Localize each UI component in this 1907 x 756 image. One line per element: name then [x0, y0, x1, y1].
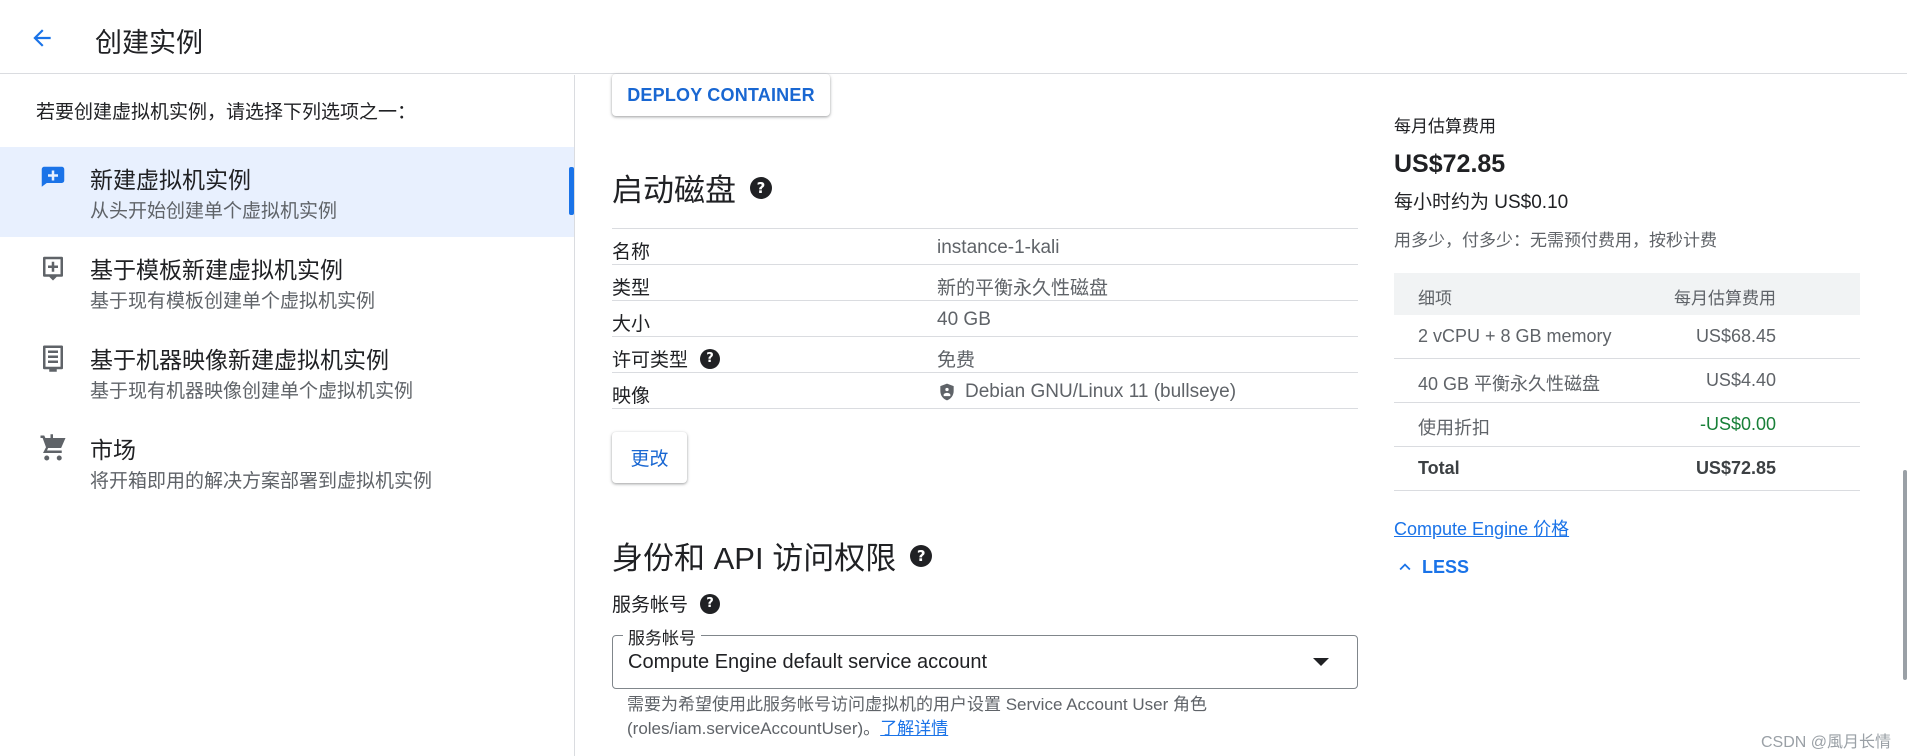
change-boot-disk-button[interactable]: 更改	[612, 432, 687, 483]
back-button[interactable]	[22, 18, 62, 58]
table-row: 大小 40 GB	[612, 301, 1358, 337]
header-cost: 每月估算费用	[1674, 289, 1776, 308]
option-subtitle: 基于现有机器映像创建单个虚拟机实例	[90, 381, 414, 402]
table-row: 许可类型 ? 免费	[612, 337, 1358, 373]
template-icon	[43, 256, 63, 281]
cost-value: -US$0.00	[1699, 414, 1776, 434]
table-row: 映像 Debian GNU/Linux 11 (bullseye)	[612, 373, 1358, 409]
learn-more-link[interactable]: 了解详情	[880, 719, 948, 738]
billing-note: 用多少，付多少：无需预付费用，按秒计费	[1394, 231, 1717, 250]
cost-breakdown-table: 细项 每月估算费用 2 vCPU + 8 GB memory US$68.45 …	[1394, 273, 1860, 491]
hourly-price: 每小时约为 US$0.10	[1394, 192, 1569, 213]
machine-image-icon	[43, 345, 63, 372]
table-row: 使用折扣 -US$0.00	[1394, 403, 1860, 447]
cost-item: 2 vCPU + 8 GB memory	[1418, 326, 1612, 346]
cost-value: US$4.40	[1705, 370, 1776, 390]
creation-options-panel: 若要创建虚拟机实例，请选择下列选项之一： 新建虚拟机实例 从头开始创建单个虚拟机…	[0, 75, 575, 756]
selected-indicator	[569, 167, 574, 215]
cost-value: US$68.45	[1695, 326, 1776, 346]
select-floating-label: 服务帐号	[623, 624, 701, 649]
service-account-select[interactable]: 服务帐号 Compute Engine default service acco…	[612, 624, 1358, 689]
table-header: 细项 每月估算费用	[1394, 273, 1860, 315]
watermark: CSDN @風月长情	[1760, 734, 1891, 751]
service-account-label: 服务帐号 ?	[612, 590, 721, 617]
option-subtitle: 从头开始创建单个虚拟机实例	[90, 201, 338, 222]
cost-item: 使用折扣	[1418, 418, 1490, 438]
boot-disk-table: 名称 instance-1-kali 类型 新的平衡永久性磁盘 大小 40 GB…	[612, 228, 1358, 409]
table-row: 类型 新的平衡永久性磁盘	[612, 265, 1358, 301]
row-key: 名称	[612, 242, 651, 263]
select-value: Compute Engine default service account	[628, 651, 988, 673]
identity-heading: 身份和 API 访问权限 ?	[612, 533, 933, 578]
row-key: 许可类型	[612, 350, 689, 371]
help-icon[interactable]: ?	[700, 348, 721, 369]
option-marketplace[interactable]: 市场 将开箱即用的解决方案部署到虚拟机实例	[0, 417, 574, 507]
cost-item: 40 GB 平衡永久性磁盘	[1418, 374, 1601, 394]
option-subtitle: 基于现有模板创建单个虚拟机实例	[90, 291, 376, 312]
monthly-price: US$72.85	[1394, 150, 1506, 178]
table-row-total: Total US$72.85	[1394, 447, 1860, 491]
shield-icon	[940, 383, 954, 401]
cost-item: Total	[1418, 458, 1460, 478]
row-key: 大小	[612, 314, 651, 335]
monthly-estimate-label: 每月估算费用	[1394, 117, 1496, 136]
row-value: Debian GNU/Linux 11 (bullseye)	[965, 381, 1237, 402]
option-new-vm[interactable]: 新建虚拟机实例 从头开始创建单个虚拟机实例	[0, 147, 574, 237]
top-bar: 创建实例	[0, 0, 1907, 74]
option-from-machine-image[interactable]: 基于机器映像新建虚拟机实例 基于现有机器映像创建单个虚拟机实例	[0, 327, 574, 417]
less-label: LESS	[1422, 556, 1470, 577]
deploy-container-button[interactable]: DEPLOY CONTAINER	[612, 74, 830, 116]
row-value-with-icon: Debian GNU/Linux 11 (bullseye)	[937, 381, 1236, 403]
option-title: 市场	[90, 437, 136, 463]
row-value: 免费	[937, 350, 976, 371]
service-account-label-text: 服务帐号	[612, 595, 689, 616]
arrow-back-icon	[33, 29, 51, 47]
option-from-template[interactable]: 基于模板新建虚拟机实例 基于现有模板创建单个虚拟机实例	[0, 237, 574, 327]
scrollbar[interactable]	[1903, 470, 1907, 680]
row-value: 40 GB	[937, 309, 991, 330]
cart-icon	[40, 434, 66, 461]
row-value: instance-1-kali	[937, 237, 1060, 258]
row-key-with-help: 许可类型 ?	[612, 345, 721, 372]
service-account-note: 需要为希望使用此服务帐号访问虚拟机的用户设置 Service Account U…	[627, 693, 1347, 741]
boot-disk-title: 启动磁盘	[612, 173, 736, 208]
row-key: 类型	[612, 278, 651, 299]
less-button[interactable]: LESS	[1394, 556, 1469, 578]
cost-value: US$72.85	[1695, 458, 1776, 478]
option-title: 基于模板新建虚拟机实例	[90, 257, 343, 283]
options-intro: 若要创建虚拟机实例，请选择下列选项之一：	[36, 102, 417, 123]
table-row: 2 vCPU + 8 GB memory US$68.45	[1394, 315, 1860, 359]
chevron-up-icon	[1399, 563, 1411, 571]
pricing-link[interactable]: Compute Engine 价格	[1394, 515, 1569, 541]
help-icon[interactable]: ?	[700, 593, 721, 614]
option-title: 新建虚拟机实例	[90, 167, 251, 193]
dropdown-arrow-icon	[1313, 658, 1329, 666]
help-icon[interactable]: ?	[910, 544, 933, 567]
help-icon[interactable]: ?	[750, 176, 772, 199]
page-title: 创建实例	[95, 28, 203, 58]
boot-disk-heading: 启动磁盘 ?	[612, 165, 772, 210]
add-box-icon	[41, 166, 65, 187]
table-row: 40 GB 平衡永久性磁盘 US$4.40	[1394, 359, 1860, 403]
header-item: 细项	[1418, 289, 1452, 308]
table-row: 名称 instance-1-kali	[612, 229, 1358, 265]
option-subtitle: 将开箱即用的解决方案部署到虚拟机实例	[90, 471, 433, 492]
row-value: 新的平衡永久性磁盘	[937, 278, 1109, 299]
identity-title: 身份和 API 访问权限	[612, 541, 897, 576]
row-key: 映像	[612, 386, 651, 407]
option-title: 基于机器映像新建虚拟机实例	[90, 347, 389, 373]
